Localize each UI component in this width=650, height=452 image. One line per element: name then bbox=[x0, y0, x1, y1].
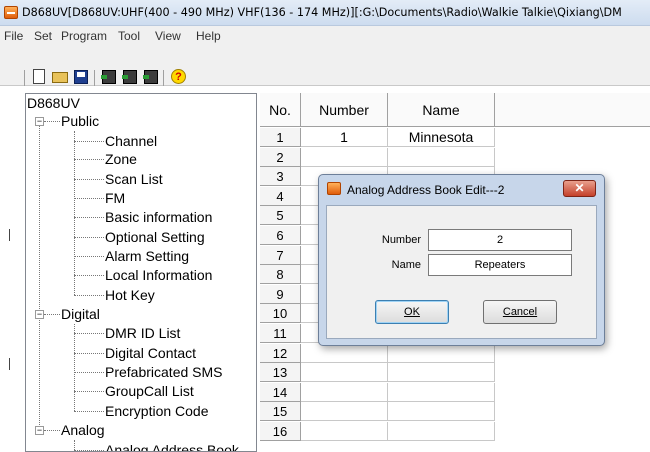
toolbar-separator bbox=[163, 70, 164, 86]
cell-name[interactable] bbox=[388, 344, 495, 363]
row-number[interactable]: 15 bbox=[260, 402, 301, 421]
cell-number[interactable] bbox=[301, 344, 388, 363]
ok-button[interactable]: OK bbox=[375, 300, 449, 324]
tree-item-channel[interactable]: Channel bbox=[105, 133, 157, 149]
tree-item-digital[interactable]: Digital bbox=[61, 306, 100, 322]
help-icon[interactable]: ? bbox=[169, 68, 187, 86]
name-field[interactable] bbox=[428, 254, 572, 276]
cell-number[interactable] bbox=[301, 402, 388, 421]
row-number[interactable]: 5 bbox=[260, 206, 301, 225]
column-header-no[interactable]: No. bbox=[260, 93, 301, 127]
row-number[interactable]: 1 bbox=[260, 128, 301, 147]
row-number[interactable]: 9 bbox=[260, 285, 301, 304]
cell-name[interactable] bbox=[388, 363, 495, 382]
app-icon bbox=[327, 182, 341, 195]
tree-item-public[interactable]: Public bbox=[61, 113, 99, 129]
menu-tool[interactable]: Tool bbox=[118, 29, 140, 43]
cancel-button[interactable]: Cancel bbox=[483, 300, 557, 324]
cell-number[interactable] bbox=[301, 363, 388, 382]
dialog-body: Number Name OK Cancel bbox=[326, 205, 597, 339]
cell-name[interactable]: Minnesota bbox=[388, 128, 495, 147]
row-number[interactable]: 16 bbox=[260, 422, 301, 441]
row-number[interactable]: 6 bbox=[260, 226, 301, 245]
column-header-blank bbox=[495, 93, 650, 127]
window-title: D868UV[D868UV:UHF(400 - 490 MHz) VHF(136… bbox=[22, 6, 622, 19]
cell-name[interactable] bbox=[388, 402, 495, 421]
dialog-title: Analog Address Book Edit---2 bbox=[347, 183, 505, 197]
cell-name[interactable] bbox=[388, 383, 495, 402]
toolbar-separator bbox=[24, 70, 25, 86]
tree-item-optional-setting[interactable]: Optional Setting bbox=[105, 229, 205, 245]
close-icon[interactable]: ✕ bbox=[563, 180, 596, 197]
row-number[interactable]: 8 bbox=[260, 265, 301, 284]
tree-item-groupcall-list[interactable]: GroupCall List bbox=[105, 383, 194, 399]
analog-address-book-edit-dialog: Analog Address Book Edit---2 ✕ Number Na… bbox=[318, 174, 605, 346]
cell-name[interactable] bbox=[388, 422, 495, 441]
tree-panel[interactable]: D868UV − Public Channel Zone Scan List F… bbox=[25, 93, 257, 452]
menu-set[interactable]: Set bbox=[34, 29, 52, 43]
open-folder-icon[interactable] bbox=[51, 68, 69, 86]
app-icon bbox=[4, 6, 18, 19]
number-label: Number bbox=[381, 234, 421, 246]
radio-transfer-icon[interactable] bbox=[142, 68, 160, 86]
menu-program[interactable]: Program bbox=[61, 29, 107, 43]
title-bar: D868UV[D868UV:UHF(400 - 490 MHz) VHF(136… bbox=[0, 0, 650, 26]
save-icon[interactable] bbox=[72, 68, 90, 86]
expand-analog-icon[interactable]: − bbox=[35, 426, 44, 435]
toolbar: ? bbox=[0, 46, 650, 86]
expand-public-icon[interactable]: − bbox=[35, 117, 44, 126]
row-number[interactable]: 14 bbox=[260, 383, 301, 402]
menu-file[interactable]: File bbox=[4, 29, 23, 43]
toolbar-separator bbox=[94, 70, 95, 86]
row-number[interactable]: 10 bbox=[260, 304, 301, 323]
column-header-number[interactable]: Number bbox=[301, 93, 388, 127]
read-radio-icon[interactable] bbox=[100, 68, 118, 86]
column-header-name[interactable]: Name bbox=[388, 93, 495, 127]
cell-number[interactable] bbox=[301, 422, 388, 441]
menu-bar: File Set Program Tool View Help bbox=[0, 26, 650, 46]
cell-name[interactable] bbox=[388, 148, 495, 167]
number-field[interactable] bbox=[428, 229, 572, 251]
new-file-icon[interactable] bbox=[30, 68, 48, 86]
write-radio-icon[interactable] bbox=[121, 68, 139, 86]
name-label: Name bbox=[391, 259, 421, 271]
edge-mark bbox=[9, 229, 10, 241]
tree-item-analog-address-book[interactable]: Analog Address Book bbox=[105, 442, 239, 451]
row-number[interactable]: 12 bbox=[260, 344, 301, 363]
tree-item-digital-contact[interactable]: Digital Contact bbox=[105, 345, 196, 361]
row-number[interactable]: 4 bbox=[260, 187, 301, 206]
row-number[interactable]: 11 bbox=[260, 324, 301, 343]
row-number[interactable]: 13 bbox=[260, 363, 301, 382]
menu-help[interactable]: Help bbox=[196, 29, 221, 43]
tree-item-basic-information[interactable]: Basic information bbox=[105, 209, 212, 225]
edge-mark bbox=[9, 358, 10, 370]
tree-item-scan-list[interactable]: Scan List bbox=[105, 171, 163, 187]
menu-view[interactable]: View bbox=[155, 29, 181, 43]
cell-number[interactable] bbox=[301, 148, 388, 167]
row-number[interactable]: 2 bbox=[260, 148, 301, 167]
cell-number[interactable] bbox=[301, 383, 388, 402]
tree-item-analog[interactable]: Analog bbox=[61, 422, 105, 438]
tree-root[interactable]: D868UV bbox=[27, 95, 80, 111]
tree-item-zone[interactable]: Zone bbox=[105, 151, 137, 167]
tree-item-prefabricated-sms[interactable]: Prefabricated SMS bbox=[105, 364, 223, 380]
cell-number[interactable]: 1 bbox=[301, 128, 388, 147]
tree-item-fm[interactable]: FM bbox=[105, 190, 125, 206]
tree-item-alarm-setting[interactable]: Alarm Setting bbox=[105, 248, 189, 264]
row-number[interactable]: 3 bbox=[260, 167, 301, 186]
tree-item-encryption-code[interactable]: Encryption Code bbox=[105, 403, 209, 419]
tree-item-dmr-id-list[interactable]: DMR ID List bbox=[105, 325, 180, 341]
expand-digital-icon[interactable]: − bbox=[35, 310, 44, 319]
row-number[interactable]: 7 bbox=[260, 246, 301, 265]
tree-item-hot-key[interactable]: Hot Key bbox=[105, 287, 155, 303]
tree-item-local-information[interactable]: Local Information bbox=[105, 267, 212, 283]
